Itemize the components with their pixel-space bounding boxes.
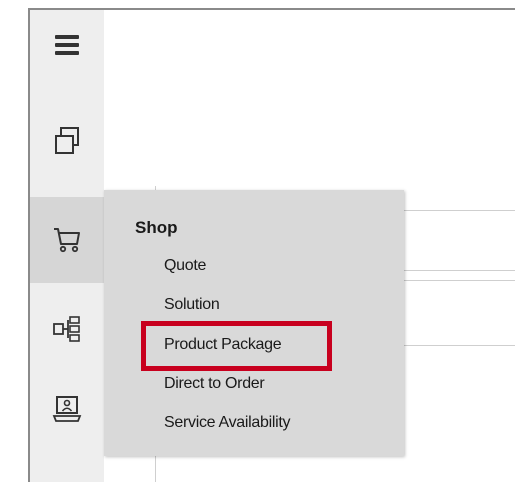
- highlight-box: [141, 321, 332, 371]
- sidebar-item-shop[interactable]: [30, 197, 104, 283]
- sidebar-item-windows[interactable]: [30, 102, 104, 180]
- flyout-title: Shop: [135, 218, 178, 237]
- menu-item-solution[interactable]: Solution: [164, 296, 220, 314]
- sidebar-item-hierarchy[interactable]: [30, 290, 104, 368]
- menu-item-quote[interactable]: Quote: [164, 257, 206, 275]
- laptop-user-icon: [52, 396, 82, 422]
- content-divider: [404, 345, 515, 346]
- menu-item-direct-to-order[interactable]: Direct to Order: [164, 375, 265, 393]
- sidebar-item-menu[interactable]: [30, 10, 104, 80]
- content-divider: [404, 210, 515, 211]
- hierarchy-icon: [53, 316, 80, 342]
- content-divider: [404, 270, 515, 271]
- hamburger-menu-icon: [55, 35, 79, 55]
- menu-item-service-availability[interactable]: Service Availability: [164, 414, 291, 432]
- stacked-windows-icon: [55, 127, 79, 154]
- content-divider: [404, 280, 515, 281]
- content-divider: [155, 456, 156, 482]
- sidebar-item-account[interactable]: [30, 370, 104, 448]
- shopping-cart-icon: [54, 228, 80, 253]
